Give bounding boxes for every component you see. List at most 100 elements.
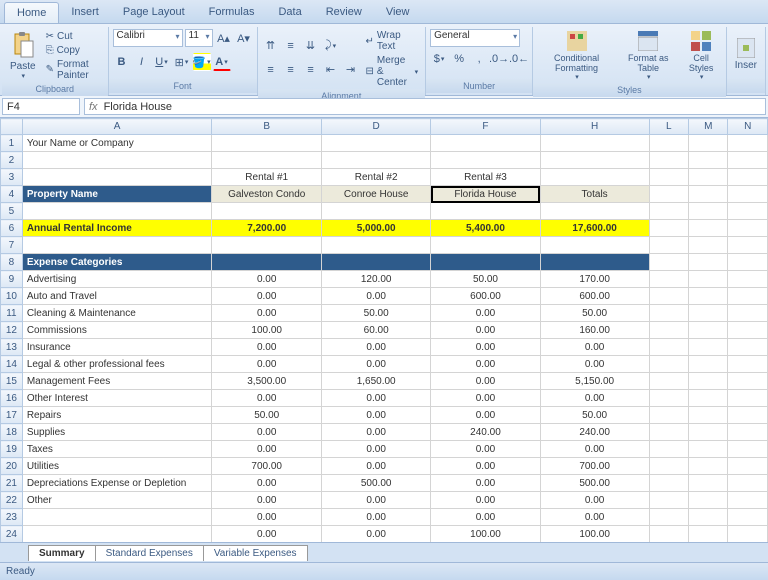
- cell-F21[interactable]: 0.00: [431, 475, 540, 492]
- cell-D10[interactable]: 0.00: [321, 288, 430, 305]
- cell-N7[interactable]: [728, 237, 768, 254]
- ribbon-tab-formulas[interactable]: Formulas: [197, 2, 267, 23]
- cell-A21[interactable]: Depreciations Expense or Depletion: [22, 475, 212, 492]
- cell-N18[interactable]: [728, 424, 768, 441]
- cell-L16[interactable]: [649, 390, 688, 407]
- align-left-button[interactable]: ≡: [262, 61, 280, 79]
- cell-D19[interactable]: 0.00: [321, 441, 430, 458]
- cell-L11[interactable]: [649, 305, 688, 322]
- cell-N1[interactable]: [728, 135, 768, 152]
- cell-D24[interactable]: 0.00: [321, 526, 430, 543]
- font-color-button[interactable]: A▾: [213, 53, 231, 71]
- cell-H11[interactable]: 50.00: [540, 305, 649, 322]
- cell-styles-button[interactable]: Cell Styles▾: [680, 29, 721, 83]
- row-header-3[interactable]: 3: [1, 169, 23, 186]
- col-header-L[interactable]: L: [649, 119, 688, 135]
- cell-A9[interactable]: Advertising: [22, 271, 212, 288]
- cell-D23[interactable]: 0.00: [321, 509, 430, 526]
- cell-H14[interactable]: 0.00: [540, 356, 649, 373]
- cell-B5[interactable]: [212, 203, 322, 220]
- col-header-H[interactable]: H: [540, 119, 649, 135]
- cell-D22[interactable]: 0.00: [321, 492, 430, 509]
- cell-F18[interactable]: 240.00: [431, 424, 540, 441]
- cell-N23[interactable]: [728, 509, 768, 526]
- cell-F11[interactable]: 0.00: [431, 305, 540, 322]
- increase-decimal-button[interactable]: .0→: [490, 50, 508, 68]
- cell-F22[interactable]: 0.00: [431, 492, 540, 509]
- font-size-select[interactable]: 11: [185, 29, 213, 47]
- cell-F15[interactable]: 0.00: [431, 373, 540, 390]
- cell-L24[interactable]: [649, 526, 688, 543]
- cell-H10[interactable]: 600.00: [540, 288, 649, 305]
- cell-D2[interactable]: [321, 152, 430, 169]
- cell-F10[interactable]: 600.00: [431, 288, 540, 305]
- col-header-A[interactable]: A: [22, 119, 212, 135]
- cell-B3[interactable]: Rental #1: [212, 169, 322, 186]
- cell-N4[interactable]: [728, 186, 768, 203]
- comma-button[interactable]: ,: [470, 50, 488, 68]
- bold-button[interactable]: B: [113, 53, 131, 71]
- sheet-tab-summary[interactable]: Summary: [28, 545, 96, 561]
- cell-B15[interactable]: 3,500.00: [212, 373, 322, 390]
- cell-N24[interactable]: [728, 526, 768, 543]
- cell-A12[interactable]: Commissions: [22, 322, 212, 339]
- row-header-17[interactable]: 17: [1, 407, 23, 424]
- cell-H17[interactable]: 50.00: [540, 407, 649, 424]
- row-header-21[interactable]: 21: [1, 475, 23, 492]
- cell-N12[interactable]: [728, 322, 768, 339]
- cell-F7[interactable]: [431, 237, 540, 254]
- cell-A8[interactable]: Expense Categories: [22, 254, 212, 271]
- cell-A13[interactable]: Insurance: [22, 339, 212, 356]
- cell-D18[interactable]: 0.00: [321, 424, 430, 441]
- cell-D13[interactable]: 0.00: [321, 339, 430, 356]
- cell-N9[interactable]: [728, 271, 768, 288]
- row-header-8[interactable]: 8: [1, 254, 23, 271]
- cell-N8[interactable]: [728, 254, 768, 271]
- cell-D17[interactable]: 0.00: [321, 407, 430, 424]
- cell-M11[interactable]: [689, 305, 728, 322]
- cell-F9[interactable]: 50.00: [431, 271, 540, 288]
- cell-F17[interactable]: 0.00: [431, 407, 540, 424]
- cell-F13[interactable]: 0.00: [431, 339, 540, 356]
- cell-N22[interactable]: [728, 492, 768, 509]
- ribbon-tab-page-layout[interactable]: Page Layout: [111, 2, 197, 23]
- ribbon-tab-review[interactable]: Review: [314, 2, 374, 23]
- cell-N3[interactable]: [728, 169, 768, 186]
- cell-H16[interactable]: 0.00: [540, 390, 649, 407]
- cell-M4[interactable]: [689, 186, 728, 203]
- cell-M22[interactable]: [689, 492, 728, 509]
- cell-A4[interactable]: Property Name: [22, 186, 212, 203]
- cell-M7[interactable]: [689, 237, 728, 254]
- cell-H9[interactable]: 170.00: [540, 271, 649, 288]
- cell-B11[interactable]: 0.00: [212, 305, 322, 322]
- row-header-19[interactable]: 19: [1, 441, 23, 458]
- cell-D20[interactable]: 0.00: [321, 458, 430, 475]
- cell-F12[interactable]: 0.00: [431, 322, 540, 339]
- cell-H23[interactable]: 0.00: [540, 509, 649, 526]
- cell-L22[interactable]: [649, 492, 688, 509]
- cell-D6[interactable]: 5,000.00: [321, 220, 430, 237]
- align-right-button[interactable]: ≡: [302, 61, 320, 79]
- cell-B22[interactable]: 0.00: [212, 492, 322, 509]
- cell-L4[interactable]: [649, 186, 688, 203]
- cell-M3[interactable]: [689, 169, 728, 186]
- cell-M17[interactable]: [689, 407, 728, 424]
- accounting-button[interactable]: $▾: [430, 50, 448, 68]
- cell-D21[interactable]: 500.00: [321, 475, 430, 492]
- cell-L17[interactable]: [649, 407, 688, 424]
- cell-F6[interactable]: 5,400.00: [431, 220, 540, 237]
- cell-N21[interactable]: [728, 475, 768, 492]
- cell-L19[interactable]: [649, 441, 688, 458]
- cell-B10[interactable]: 0.00: [212, 288, 322, 305]
- cell-A10[interactable]: Auto and Travel: [22, 288, 212, 305]
- cell-L23[interactable]: [649, 509, 688, 526]
- cell-M24[interactable]: [689, 526, 728, 543]
- cell-A1[interactable]: Your Name or Company: [22, 135, 212, 152]
- cell-N13[interactable]: [728, 339, 768, 356]
- cell-N14[interactable]: [728, 356, 768, 373]
- cell-H24[interactable]: 100.00: [540, 526, 649, 543]
- cell-F20[interactable]: 0.00: [431, 458, 540, 475]
- cell-M18[interactable]: [689, 424, 728, 441]
- cell-B17[interactable]: 50.00: [212, 407, 322, 424]
- row-header-16[interactable]: 16: [1, 390, 23, 407]
